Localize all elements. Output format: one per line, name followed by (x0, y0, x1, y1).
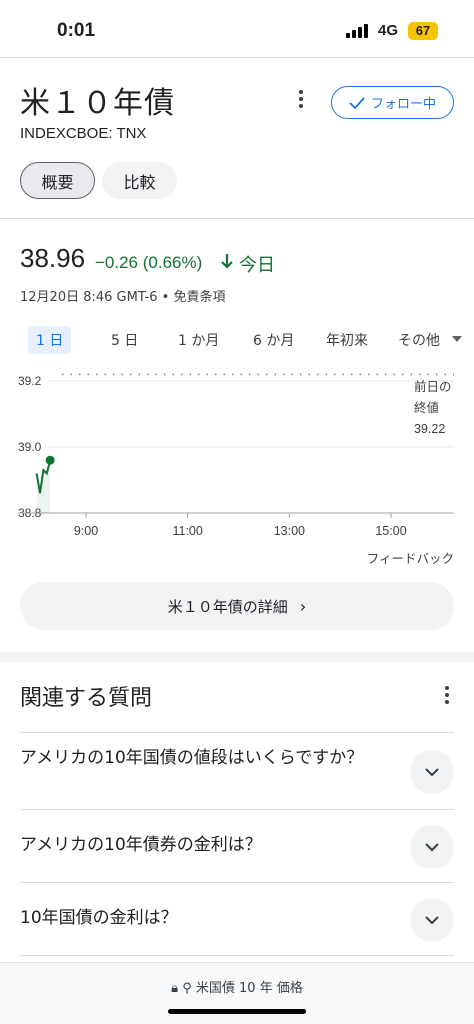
url-text: 🔒︎ ⚲ 米国債 10 年 価格 (171, 981, 303, 996)
range-tab-more[interactable]: その他 (398, 330, 440, 350)
divider (0, 218, 474, 219)
home-indicator (168, 1009, 306, 1014)
status-bar: 0:01 4G 67 (0, 0, 474, 60)
page-title: 米１０年債 (20, 86, 175, 121)
range-tab-ytd[interactable]: 年初来 (326, 330, 368, 350)
search-icon: ⚲ (182, 981, 192, 996)
divider (0, 57, 474, 58)
y-tick-label: 39.0 (18, 440, 42, 454)
chevron-down-icon (425, 916, 439, 925)
divider (20, 732, 454, 733)
range-tab-1d[interactable]: 1 日 (28, 326, 72, 354)
details-label: 米１０年債の詳細 (167, 597, 288, 616)
more-options-icon[interactable] (296, 90, 306, 110)
related-questions-title: 関連する質問 (20, 686, 153, 711)
divider (20, 882, 454, 883)
question-item[interactable]: アメリカの10年債券の金利は？ (20, 833, 380, 858)
change-period: 今日 (239, 255, 275, 276)
x-tick-label: 15:00 (375, 524, 406, 538)
url-bar[interactable]: 🔒︎ ⚲ 米国債 10 年 価格 (0, 962, 474, 1024)
x-tick-label: 9:00 (74, 524, 98, 538)
expand-button[interactable] (410, 750, 454, 794)
quote-timestamp: 12月20日 8:46 GMT-6 • 免責条項 (20, 290, 226, 305)
question-item[interactable]: アメリカの10年国債の値段はいくらですか？ (20, 746, 380, 771)
range-tab-1m[interactable]: 1 か月 (178, 330, 219, 350)
divider (20, 955, 454, 956)
details-button[interactable]: 米１０年債の詳細 › (20, 582, 454, 630)
section-divider (0, 652, 474, 662)
range-tab-6m[interactable]: 6 か月 (253, 330, 294, 350)
network-label: 4G (378, 22, 399, 39)
signal-icon (346, 24, 370, 38)
price-chart: 39.239.038.8前日の終値39.229:00 11:00 13:00 15:0… (18, 373, 454, 538)
x-tick-label: 11:00 (172, 524, 202, 538)
range-tab-5d[interactable]: 5 日 (111, 330, 138, 350)
previous-close-label: 39.22 (414, 422, 445, 436)
status-time: 0:01 (57, 20, 96, 41)
chevron-down-icon (425, 768, 439, 777)
chip-compare[interactable]: 比較 (102, 162, 177, 199)
battery-icon: 67 (408, 22, 438, 40)
price-change: −0.26 (0.66%) (95, 253, 203, 272)
chevron-right-icon: › (299, 596, 307, 616)
check-icon (349, 96, 365, 109)
last-price-dot (45, 455, 55, 465)
chevron-down-icon (425, 843, 439, 852)
follow-label: フォロー中 (370, 97, 436, 112)
feedback-link[interactable]: フィードバック (367, 548, 454, 567)
divider (20, 809, 454, 810)
x-tick-label: 13:00 (274, 524, 305, 538)
y-tick-label: 39.2 (18, 374, 42, 388)
lock-icon: 🔒︎ (171, 981, 179, 996)
expand-button[interactable] (410, 825, 454, 869)
arrow-down-icon (221, 254, 233, 269)
previous-close-label: 終値 (414, 400, 439, 415)
follow-button[interactable]: フォロー中 (331, 86, 454, 119)
expand-button[interactable] (410, 898, 454, 942)
chip-overview[interactable]: 概要 (20, 162, 95, 199)
question-item[interactable]: 10年国債の金利は？ (20, 906, 380, 931)
previous-close-label: 前日の (414, 379, 452, 394)
ticker-symbol: INDEXCBOE: TNX (20, 125, 147, 142)
more-options-icon[interactable] (442, 686, 452, 706)
price-value: 38.96 (20, 243, 86, 273)
chevron-down-icon[interactable] (452, 336, 462, 342)
